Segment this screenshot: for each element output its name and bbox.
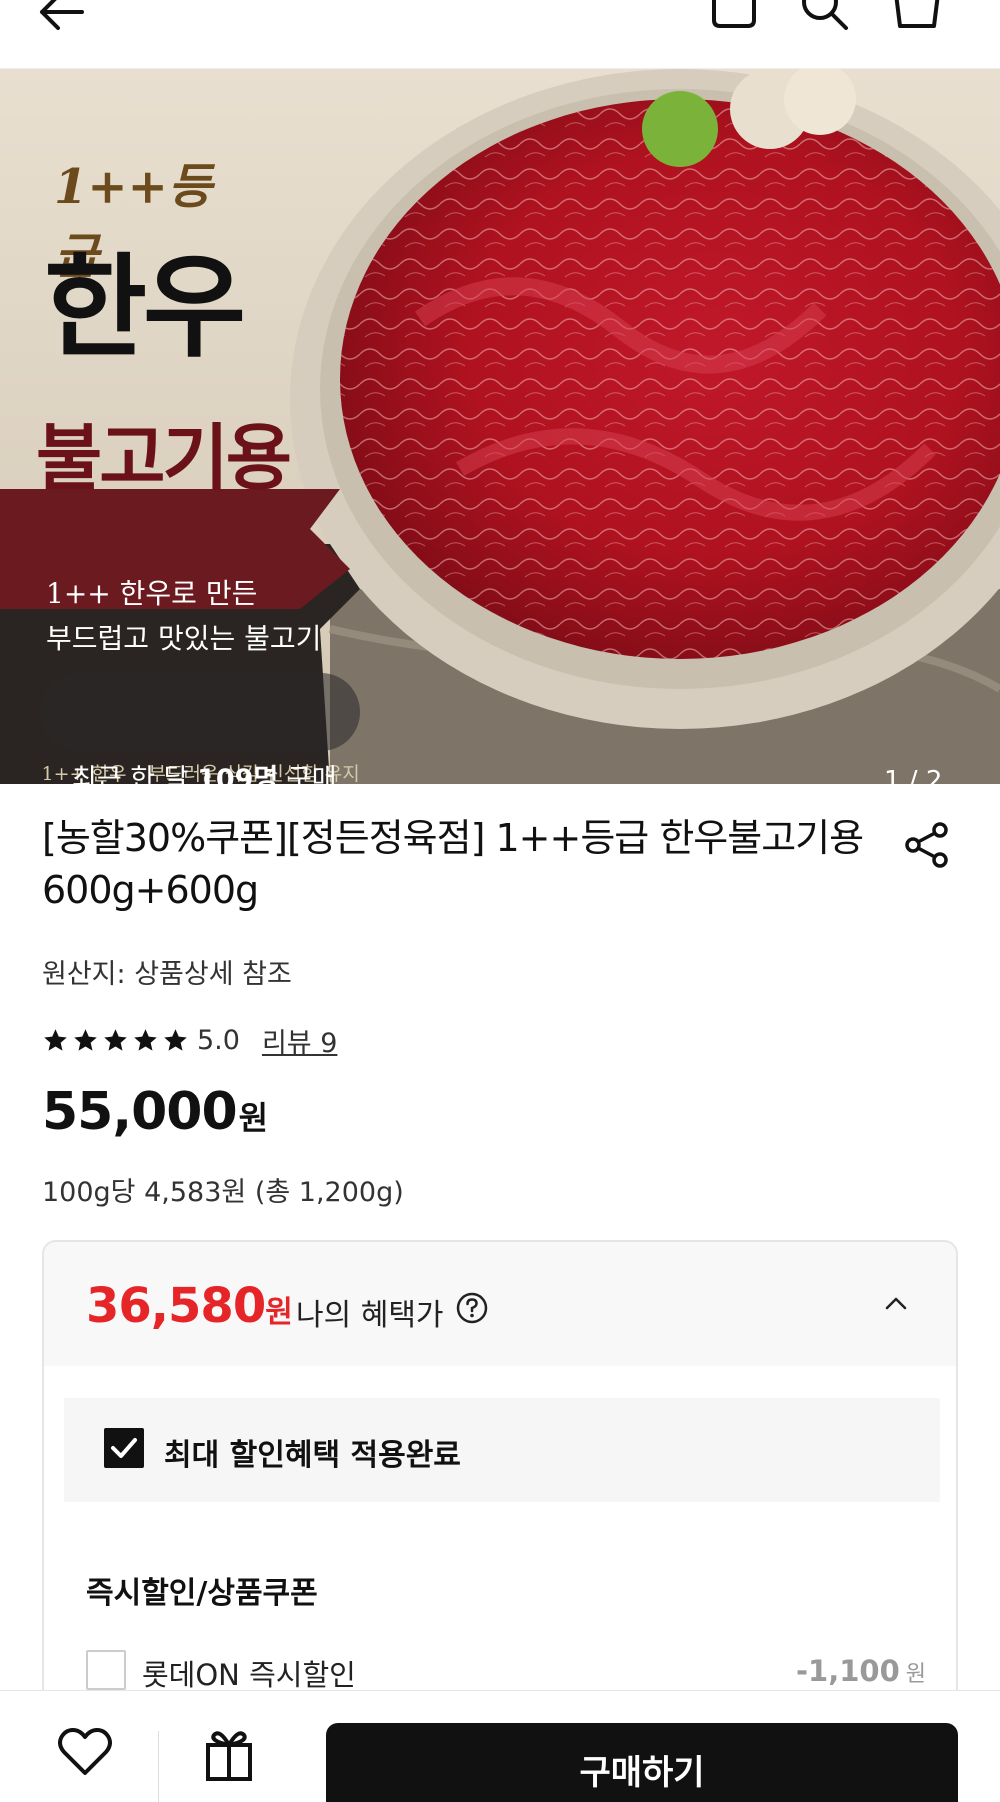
max-discount-applied-row: 최대 할인혜택 적용완료 [64,1398,940,1502]
unit-price: 100g당 4,583원 (총 1,200g) [42,1177,404,1208]
coupon-amount: -1,100 원 [795,1654,926,1688]
hero-title-sub: 불고기용 [36,415,292,500]
chevron-up-icon[interactable] [884,1294,908,1318]
gift-icon[interactable] [204,1727,254,1785]
hero-title-main: 한우 [44,242,246,373]
price-unit: 원 [238,1099,268,1137]
star-icon [104,1028,127,1051]
price-value: 55,000 [42,1082,238,1142]
image-counter: 1 / 2 [884,766,943,784]
top-bar [0,0,1000,69]
recent-purchase-text: 최근 한 달 109명 구매 [72,764,337,784]
benefit-label: 나의 혜택가 [296,1298,444,1333]
bottom-divider [158,1731,159,1802]
product-image-carousel[interactable]: 1++등급 한우 불고기용 1++ 한우로 만든 부드럽고 맛있는 불고기 1+… [0,69,1000,784]
review-link[interactable]: 리뷰 9 [262,1021,337,1060]
product-price: 55,000원 [42,1082,268,1142]
star-icon [44,1028,67,1051]
heart-icon[interactable] [58,1727,112,1781]
hero-grade-text: 1++등급 [54,159,212,285]
back-arrow-icon[interactable] [36,0,86,34]
applied-label: 최대 할인혜택 적용완료 [164,1438,461,1473]
hero-tagline-2: 부드럽고 맛있는 불고기 [46,622,322,655]
star-icon [164,1028,187,1051]
coupon-checkbox[interactable] [86,1650,126,1690]
coupon-label: 롯데ON 즉시할인 [142,1658,356,1692]
share-icon[interactable] [904,822,950,872]
origin-text: 원산지: 상품상세 참조 [42,959,292,990]
hero-tagline-1: 1++ 한우로 만든 [46,577,258,610]
help-icon[interactable] [456,1292,488,1328]
applied-checkbox[interactable] [104,1428,144,1468]
rating-score: 5.0 [197,1024,240,1056]
instant-discount-section-label: 즉시할인/상품쿠폰 [86,1576,318,1611]
product-title: [농할30%쿠폰][정든정육점] 1++등급 한우불고기용 600g+600g [42,816,864,912]
recent-purchase-badge [40,673,360,751]
rating-row: 5.0 리뷰 9 [42,1020,337,1060]
cart-icon[interactable] [892,0,942,34]
bottom-action-bar: 구매하기 [0,1690,1000,1802]
star-icon [74,1028,97,1051]
coupon-row[interactable]: 롯데ON 즉시할인 -1,100 원 [86,1650,926,1694]
bookmark-icon[interactable] [710,0,760,34]
star-icon [134,1028,157,1051]
search-icon[interactable] [800,0,850,34]
benefit-price: 36,580원 [86,1278,293,1334]
benefit-header[interactable]: 36,580원 나의 혜택가 [44,1242,956,1366]
buy-button[interactable]: 구매하기 [326,1723,958,1802]
check-icon [111,1438,137,1458]
rating-stars [42,1027,189,1054]
